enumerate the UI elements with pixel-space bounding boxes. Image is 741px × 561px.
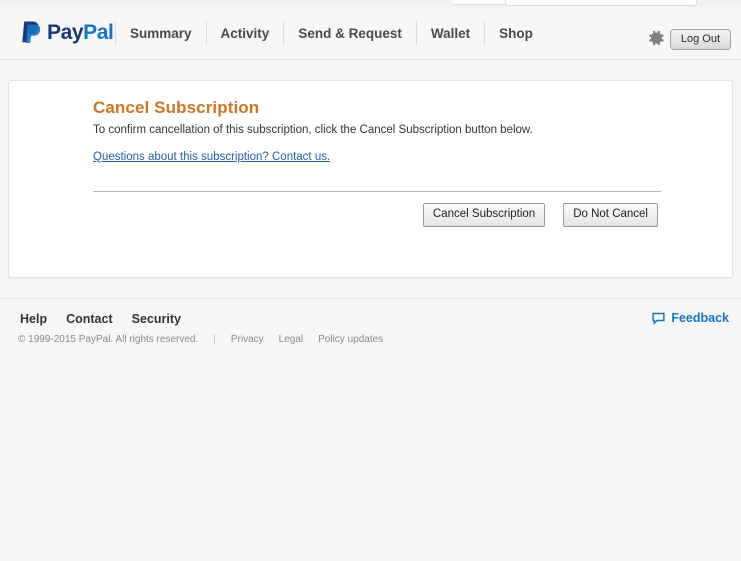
nav-item-activity[interactable]: Activity (205, 21, 284, 45)
paypal-logo[interactable]: PayPal (20, 20, 114, 45)
section-divider (93, 191, 661, 192)
paypal-monogram-icon (22, 21, 41, 43)
browser-tab-active[interactable] (505, 0, 697, 6)
log-out-button[interactable]: Log Out (669, 29, 731, 51)
cancel-subscription-card: Cancel Subscription To confirm cancellat… (8, 80, 733, 278)
confirmation-text: To confirm cancellation of this subscrip… (93, 124, 533, 136)
copyright-text: © 1999-2015 PayPal. All rights reserved. (18, 334, 199, 345)
site-footer: Help Contact Security © 1999-2015 PayPal… (0, 298, 741, 354)
paypal-wordmark: PayPal (47, 22, 114, 43)
site-header: PayPal Summary Activity Send & Request W… (0, 7, 741, 60)
gear-icon[interactable] (647, 29, 665, 47)
contact-us-link[interactable]: Questions about this subscription? Conta… (93, 151, 330, 163)
footer-legal-row: © 1999-2015 PayPal. All rights reserved.… (18, 334, 383, 345)
speech-bubble-icon (652, 312, 665, 325)
action-button-group: Cancel Subscription Do Not Cancel (422, 203, 658, 227)
feedback-label: Feedback (671, 311, 729, 325)
footer-link-policy-updates[interactable]: Policy updates (318, 334, 383, 345)
footer-primary-links: Help Contact Security (20, 312, 181, 326)
footer-link-legal[interactable]: Legal (279, 334, 303, 345)
nav-item-shop[interactable]: Shop (484, 21, 547, 45)
legal-separator: | (213, 334, 216, 345)
nav-item-send-and-request[interactable]: Send & Request (283, 21, 416, 45)
footer-link-privacy[interactable]: Privacy (231, 334, 264, 345)
nav-item-wallet[interactable]: Wallet (415, 21, 484, 45)
footer-link-security[interactable]: Security (132, 312, 181, 326)
paypal-page: PayPal Summary Activity Send & Request W… (0, 7, 741, 354)
logo-text-pay: Pay (47, 21, 84, 44)
do-not-cancel-button[interactable]: Do Not Cancel (563, 203, 658, 227)
nav-item-summary[interactable]: Summary (115, 21, 206, 45)
feedback-button[interactable]: Feedback (652, 311, 729, 325)
cancel-subscription-button[interactable]: Cancel Subscription (422, 203, 546, 227)
footer-link-contact[interactable]: Contact (66, 312, 113, 326)
page-title: Cancel Subscription (93, 98, 260, 117)
main-navigation: Summary Activity Send & Request Wallet S… (115, 21, 547, 45)
logo-text-pal: Pal (83, 21, 114, 44)
footer-link-help[interactable]: Help (20, 312, 47, 326)
gear-icon-svg (649, 30, 664, 46)
